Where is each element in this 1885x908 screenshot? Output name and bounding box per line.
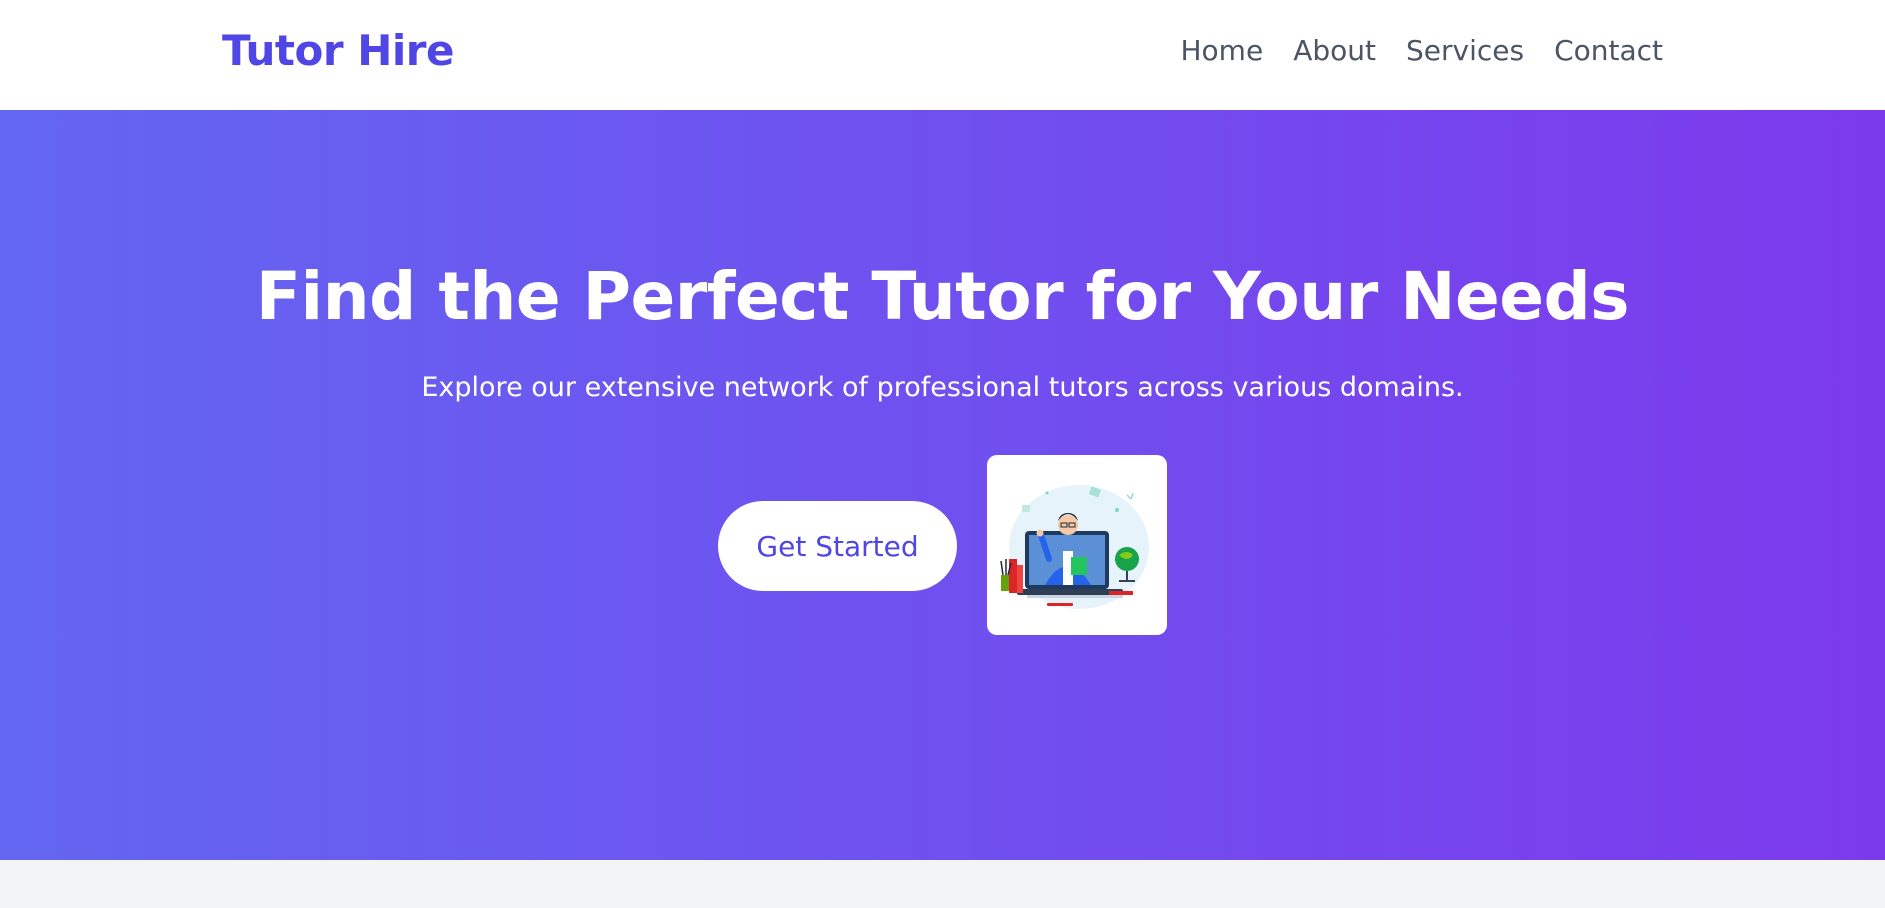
navbar: Tutor Hire Home About Services Contact <box>0 0 1885 110</box>
hero-section: Find the Perfect Tutor for Your Needs Ex… <box>0 110 1885 860</box>
nav-links: Home About Services Contact <box>1181 34 1664 67</box>
brand-logo[interactable]: Tutor Hire <box>222 26 454 75</box>
nav-link-home[interactable]: Home <box>1181 34 1264 67</box>
hero-title: Find the Perfect Tutor for Your Needs <box>255 258 1630 335</box>
nav-link-services[interactable]: Services <box>1406 34 1524 67</box>
hero-subtitle: Explore our extensive network of profess… <box>421 372 1464 403</box>
online-tutor-illustration-icon <box>1000 485 1149 609</box>
get-started-button[interactable]: Get Started <box>718 501 957 591</box>
nav-link-contact[interactable]: Contact <box>1554 34 1663 67</box>
tutor-illustration <box>987 455 1167 635</box>
nav-link-about[interactable]: About <box>1293 34 1376 67</box>
